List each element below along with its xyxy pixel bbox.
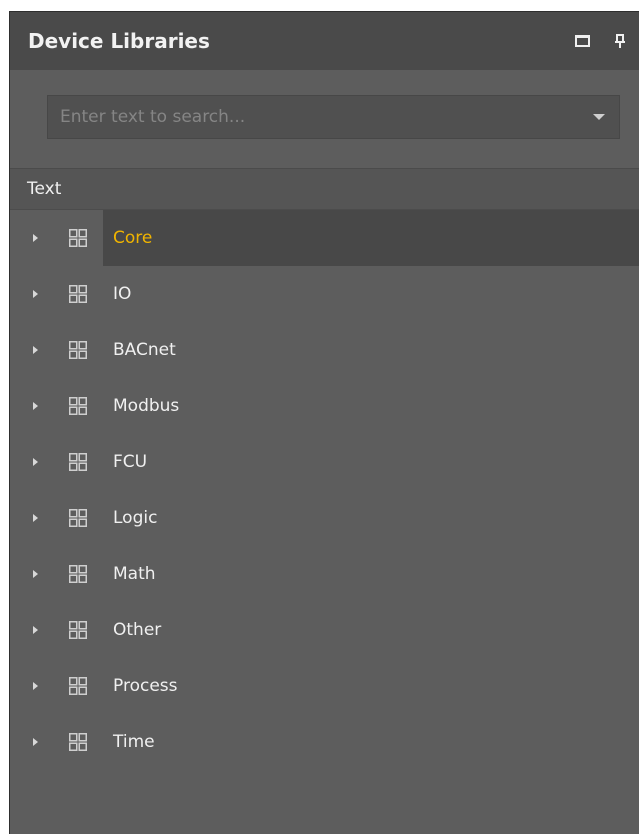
tree-item-label: Logic bbox=[113, 508, 158, 528]
expand-arrow-icon[interactable] bbox=[33, 290, 38, 298]
restore-button[interactable] bbox=[563, 26, 601, 56]
library-tree: Core IO BACnet Modbus FCU Logic Math Oth… bbox=[10, 210, 639, 770]
pin-button[interactable] bbox=[601, 26, 639, 56]
tree-item-fcu[interactable]: FCU bbox=[10, 434, 639, 490]
library-grid-icon bbox=[69, 397, 87, 415]
tree-item-core[interactable]: Core bbox=[10, 210, 639, 266]
tree-item-label: Time bbox=[113, 732, 155, 752]
expand-arrow-icon[interactable] bbox=[33, 570, 38, 578]
tree-item-label: Process bbox=[113, 676, 178, 696]
tree-item-io[interactable]: IO bbox=[10, 266, 639, 322]
restore-window-icon bbox=[574, 35, 590, 47]
search-combobox bbox=[47, 95, 620, 139]
tree-item-label: Other bbox=[113, 620, 162, 640]
tree-item-label: Math bbox=[113, 564, 156, 584]
search-area bbox=[10, 70, 639, 169]
search-input[interactable] bbox=[48, 96, 579, 138]
library-grid-icon bbox=[69, 285, 87, 303]
library-grid-icon bbox=[69, 341, 87, 359]
tree-item-label: Modbus bbox=[113, 396, 180, 416]
expand-arrow-icon[interactable] bbox=[33, 234, 38, 242]
tree-item-label: FCU bbox=[113, 452, 148, 472]
pin-icon bbox=[615, 34, 625, 48]
tree-item-process[interactable]: Process bbox=[10, 658, 639, 714]
library-grid-icon bbox=[69, 733, 87, 751]
panel-title: Device Libraries bbox=[28, 29, 210, 53]
tree-item-bacnet[interactable]: BACnet bbox=[10, 322, 639, 378]
library-grid-icon bbox=[69, 621, 87, 639]
tree-item-label: Core bbox=[113, 228, 153, 248]
library-grid-icon bbox=[69, 565, 87, 583]
tree-item-label: IO bbox=[113, 284, 132, 304]
library-grid-icon bbox=[69, 229, 87, 247]
expand-arrow-icon[interactable] bbox=[33, 402, 38, 410]
tree-item-math[interactable]: Math bbox=[10, 546, 639, 602]
expand-arrow-icon[interactable] bbox=[33, 682, 38, 690]
search-dropdown-button[interactable] bbox=[579, 96, 619, 138]
tree-item-label: BACnet bbox=[113, 340, 176, 360]
expand-arrow-icon[interactable] bbox=[33, 514, 38, 522]
device-libraries-panel: Device Libraries Text Core bbox=[9, 11, 639, 834]
library-grid-icon bbox=[69, 677, 87, 695]
expand-arrow-icon[interactable] bbox=[33, 738, 38, 746]
library-grid-icon bbox=[69, 509, 87, 527]
tree-item-modbus[interactable]: Modbus bbox=[10, 378, 639, 434]
tree-item-logic[interactable]: Logic bbox=[10, 490, 639, 546]
tree-item-time[interactable]: Time bbox=[10, 714, 639, 770]
expand-arrow-icon[interactable] bbox=[33, 626, 38, 634]
expand-arrow-icon[interactable] bbox=[33, 458, 38, 466]
chevron-down-icon bbox=[593, 114, 605, 120]
expand-arrow-icon[interactable] bbox=[33, 346, 38, 354]
library-grid-icon bbox=[69, 453, 87, 471]
panel-titlebar: Device Libraries bbox=[10, 12, 639, 70]
tree-item-other[interactable]: Other bbox=[10, 602, 639, 658]
column-header-text[interactable]: Text bbox=[10, 169, 639, 210]
